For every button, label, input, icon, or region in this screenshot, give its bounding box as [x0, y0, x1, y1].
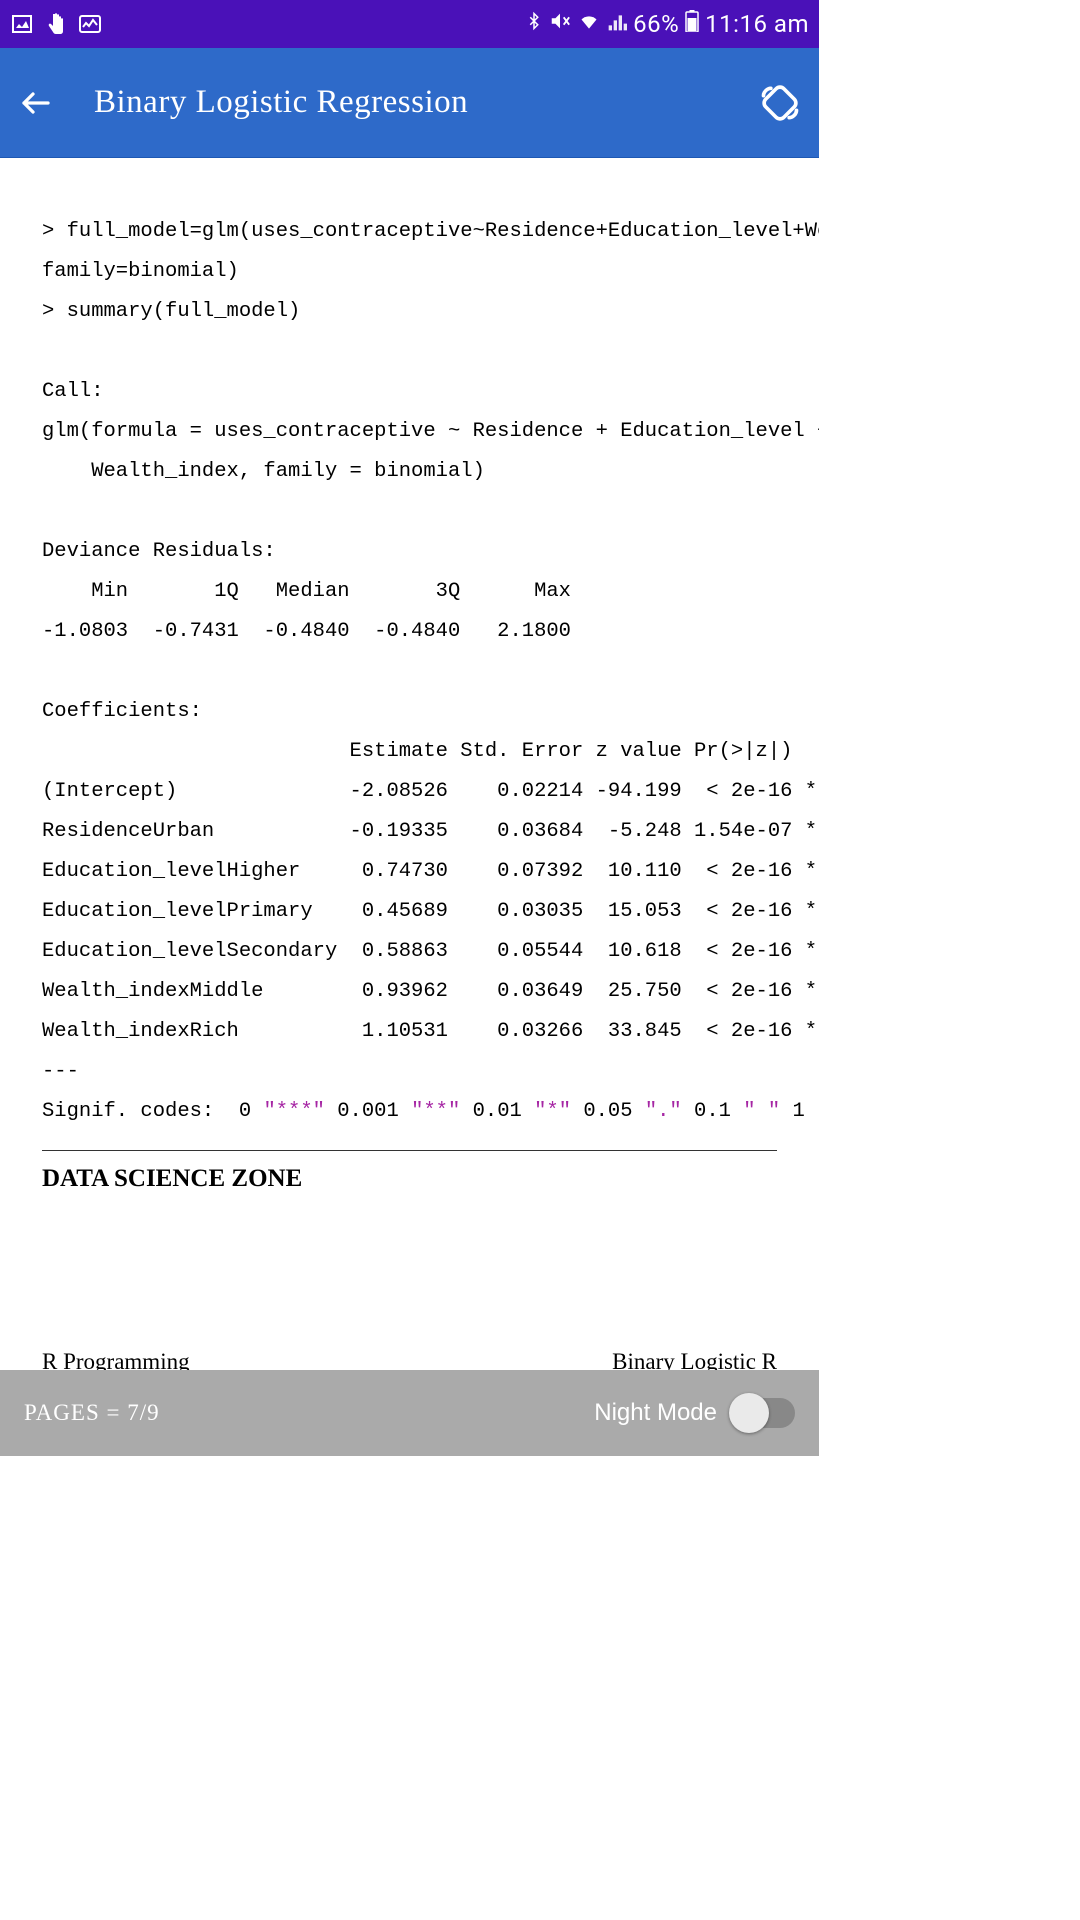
code-line: > summary(full_model) — [42, 300, 300, 323]
status-left-icons — [10, 12, 102, 36]
r-console-output: > full_model=glm(uses_contraceptive~Resi… — [0, 160, 819, 1132]
back-button[interactable] — [14, 81, 58, 125]
wifi-icon — [577, 10, 601, 38]
call-line: glm(formula = uses_contraceptive ~ Resid… — [42, 420, 819, 443]
clock-time: 11:16 am — [705, 10, 809, 38]
battery-percent: 66% — [633, 10, 679, 38]
app-bar: Binary Logistic Regression — [0, 48, 819, 158]
reader-bottom-bar: PAGES = 7/9 Night Mode — [0, 1370, 819, 1456]
code-line: family=binomial) — [42, 260, 239, 283]
coefficient-row: Wealth_indexRich 1.10531 0.03266 33.845 … — [42, 1020, 819, 1043]
chart-icon — [78, 12, 102, 36]
night-mode-control: Night Mode — [594, 1398, 795, 1428]
mute-icon — [549, 10, 571, 38]
page-footer-row: R Programming Binary Logistic R — [0, 1349, 819, 1370]
night-mode-toggle[interactable] — [731, 1398, 795, 1428]
coefficient-row: ResidenceUrban -0.19335 0.03684 -5.248 1… — [42, 820, 819, 843]
call-line: Wealth_index, family = binomial) — [42, 460, 485, 483]
call-label: Call: — [42, 380, 104, 403]
toggle-knob — [729, 1393, 769, 1433]
coefficients-label: Coefficients: — [42, 700, 202, 723]
signif-codes-line: Signif. codes: 0 "***" 0.001 "**" 0.01 "… — [42, 1100, 805, 1123]
status-right-cluster: 66% 11:16 am — [525, 10, 809, 38]
hand-icon — [44, 12, 68, 36]
deviance-label: Deviance Residuals: — [42, 540, 288, 563]
picture-icon — [10, 12, 34, 36]
page-indicator[interactable]: PAGES = 7/9 — [24, 1400, 160, 1426]
section-heading: DATA SCIENCE ZONE — [0, 1165, 819, 1193]
night-mode-label: Night Mode — [594, 1399, 717, 1427]
dashes: --- — [42, 1060, 79, 1083]
footer-left: R Programming — [42, 1349, 190, 1370]
page-title: Binary Logistic Regression — [94, 84, 719, 121]
footer-right: Binary Logistic R — [612, 1349, 777, 1370]
bluetooth-icon — [525, 10, 543, 38]
coefficients-header: Estimate Std. Error z value Pr(>|z|) — [42, 740, 819, 763]
document-content[interactable]: > full_model=glm(uses_contraceptive~Resi… — [0, 160, 819, 1370]
coefficient-row: (Intercept) -2.08526 0.02214 -94.199 < 2… — [42, 780, 819, 803]
coefficient-row: Education_levelHigher 0.74730 0.07392 10… — [42, 860, 819, 883]
coefficient-row: Wealth_indexMiddle 0.93962 0.03649 25.75… — [42, 980, 819, 1003]
coefficient-row: Education_levelPrimary 0.45689 0.03035 1… — [42, 900, 819, 923]
deviance-values: -1.0803 -0.7431 -0.4840 -0.4840 2.1800 — [42, 620, 596, 643]
coefficient-row: Education_levelSecondary 0.58863 0.05544… — [42, 940, 819, 963]
rotate-screen-button[interactable] — [755, 78, 805, 128]
signal-icon — [607, 10, 627, 38]
deviance-header: Min 1Q Median 3Q Max — [42, 580, 596, 603]
battery-icon — [685, 10, 699, 38]
section-divider — [42, 1150, 777, 1151]
android-status-bar: 66% 11:16 am — [0, 0, 819, 48]
code-line: > full_model=glm(uses_contraceptive~Resi… — [42, 220, 819, 243]
